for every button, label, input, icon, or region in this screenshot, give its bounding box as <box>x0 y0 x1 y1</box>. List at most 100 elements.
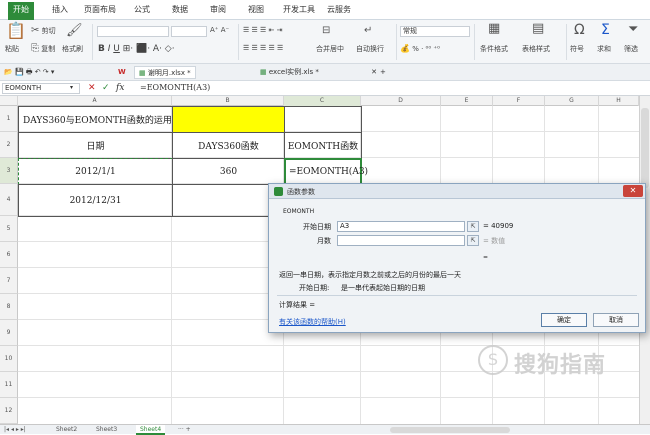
select-all-corner[interactable] <box>0 96 18 106</box>
font-name-select[interactable] <box>97 26 169 37</box>
file-tab-1[interactable]: ▦ 谢明月.xlsx * <box>134 66 196 79</box>
cond-format-icon[interactable]: ▦ <box>488 22 500 35</box>
row-header-7[interactable]: 7 <box>0 268 18 294</box>
copy-button[interactable]: ⎘ 复制 <box>31 44 55 54</box>
font-style-buttons[interactable]: B I U ⊞· ⬛· A· ◇· <box>98 44 175 54</box>
row-header-9[interactable]: 9 <box>0 320 18 346</box>
row-header-10[interactable]: 10 <box>0 346 18 372</box>
chevron-down-icon[interactable]: ▾ <box>70 84 73 91</box>
cancel-icon[interactable]: ✕ <box>88 83 96 93</box>
cancel-button[interactable]: 取消 <box>593 313 639 327</box>
file-tab-2[interactable]: ▦ excel实例.xls * ✕ <box>260 66 377 79</box>
calc-result: 计算结果 = <box>279 301 316 309</box>
row-header-5[interactable]: 5 <box>0 216 18 242</box>
cell-c3[interactable]: =EOMONTH(A3) <box>284 158 368 185</box>
new-tab-button[interactable]: + <box>380 66 386 79</box>
filter-icon[interactable]: ⏷ <box>628 23 638 37</box>
symbol-icon[interactable]: Ω <box>574 23 585 37</box>
cell-c2[interactable]: EOMONTH函数 <box>284 132 362 159</box>
arg1-result: = 40909 <box>483 222 514 230</box>
tab-formulas[interactable]: 公式 <box>134 4 150 15</box>
cell-c1[interactable] <box>284 106 362 133</box>
cell-a1[interactable]: DAYS360与EOMONTH函数的运用 <box>18 106 173 133</box>
col-header-h[interactable]: H <box>599 96 639 106</box>
cell-b1[interactable] <box>172 106 285 133</box>
wps-icon: W <box>118 68 126 76</box>
cell-a4[interactable]: 2012/12/31 <box>18 184 173 217</box>
start-date-input[interactable]: A3 <box>337 221 465 232</box>
arg2-label: 月数 <box>317 237 331 245</box>
tab-page-layout[interactable]: 页面布局 <box>84 4 116 15</box>
col-header-e[interactable]: E <box>441 96 493 106</box>
quick-access-icons[interactable]: 📂 💾 🖶 ↶ ↷ ▾ <box>4 66 54 79</box>
scrollbar-thumb[interactable] <box>641 108 649 188</box>
months-input[interactable] <box>337 235 465 246</box>
merge-center-button[interactable]: 合并居中 <box>316 44 344 54</box>
dialog-titlebar[interactable]: 函数参数 ✕ <box>269 184 645 199</box>
tab-developer[interactable]: 开发工具 <box>283 4 315 15</box>
align-horizontal-buttons[interactable]: ☰ ☰ ☰ ☰ ☰ <box>243 44 283 52</box>
tab-data[interactable]: 数据 <box>172 4 188 15</box>
confirm-icon[interactable]: ✓ <box>102 83 110 93</box>
paste-button[interactable]: 📋 <box>6 23 26 39</box>
col-header-d[interactable]: D <box>361 96 441 106</box>
ok-button[interactable]: 确定 <box>541 313 587 327</box>
cell-b2[interactable]: DAYS360函数 <box>172 132 285 159</box>
tab-insert[interactable]: 插入 <box>52 4 68 15</box>
col-header-a[interactable]: A <box>18 96 172 106</box>
tab-cloud[interactable]: 云服务 <box>327 4 351 15</box>
currency-percent-buttons[interactable]: 💰 % · ⁰⁰ ⁺⁰ <box>400 44 440 54</box>
row-header-1[interactable]: 1 <box>0 106 18 132</box>
row-header-12[interactable]: 12 <box>0 398 18 424</box>
wrap-icon[interactable]: ↵ <box>364 26 372 36</box>
table-style-icon[interactable]: ▤ <box>532 22 544 35</box>
format-painter-icon[interactable]: 🖌 <box>66 24 83 37</box>
range-select-icon[interactable]: ⇱ <box>467 235 479 246</box>
row-header-4[interactable]: 4 <box>0 184 18 216</box>
formula-input[interactable]: =EOMONTH(A3) <box>140 83 210 92</box>
row-header-2[interactable]: 2 <box>0 132 18 158</box>
scissors-icon: ✂ <box>31 25 40 36</box>
col-header-c[interactable]: C <box>284 96 361 106</box>
formula-bar: EOMONTH ▾ ✕ ✓ fx =EOMONTH(A3) <box>0 81 650 96</box>
auto-wrap-button[interactable]: 自动换行 <box>356 44 384 54</box>
font-size-controls[interactable]: A⁺ A⁻ <box>210 26 229 34</box>
row-header-8[interactable]: 8 <box>0 294 18 320</box>
name-box[interactable]: EOMONTH <box>2 83 80 94</box>
cell-a2[interactable]: 日期 <box>18 132 173 159</box>
help-link[interactable]: 有关该函数的帮助(H) <box>279 317 346 327</box>
tab-view[interactable]: 视图 <box>248 4 264 15</box>
cond-format-button[interactable]: 条件格式 <box>480 44 508 54</box>
close-icon[interactable]: ✕ <box>371 68 377 76</box>
font-size-select[interactable] <box>171 26 207 37</box>
fx-icon[interactable]: fx <box>116 83 124 93</box>
function-description: 返回一串日期，表示指定月数之前或之后的月份的最后一天 <box>279 271 461 279</box>
arg2-result: = 数值 <box>483 237 506 245</box>
tab-home[interactable]: 开始 <box>8 2 34 20</box>
col-header-f[interactable]: F <box>493 96 545 106</box>
close-icon[interactable]: ✕ <box>623 185 643 197</box>
sum-icon[interactable]: Σ <box>601 23 610 37</box>
align-top-buttons[interactable]: ☰ ☰ ☰ ⇤ ⇥ <box>243 26 282 34</box>
col-header-g[interactable]: G <box>545 96 599 106</box>
cut-button[interactable]: ✂ 剪切 <box>31 26 56 36</box>
row-header-11[interactable]: 11 <box>0 372 18 398</box>
function-name: EOMONTH <box>283 208 315 215</box>
range-select-icon[interactable]: ⇱ <box>467 221 479 232</box>
tab-review[interactable]: 审阅 <box>210 4 226 15</box>
horizontal-scrollbar[interactable] <box>390 427 510 433</box>
col-header-b[interactable]: B <box>172 96 284 106</box>
file-tab-bar: 📂 💾 🖶 ↶ ↷ ▾ W ▦ 谢明月.xlsx * ▦ excel实例.xls… <box>0 64 650 81</box>
cell-a3[interactable]: 2012/1/1 <box>18 158 173 185</box>
function-arguments-dialog: 函数参数 ✕ EOMONTH 开始日期 A3 ⇱ = 40909 月数 ⇱ = … <box>268 183 646 333</box>
row-header-3[interactable]: 3 <box>0 158 18 184</box>
sum-button[interactable]: 求和 <box>597 44 611 54</box>
row-header-6[interactable]: 6 <box>0 242 18 268</box>
merge-center-icon[interactable]: ⊟ <box>322 26 330 36</box>
table-style-button[interactable]: 表格样式 <box>522 44 550 54</box>
symbol-button[interactable]: 符号 <box>570 44 584 54</box>
file-tab-1-label: 谢明月.xlsx * <box>147 69 191 77</box>
cell-b3[interactable]: 360 <box>172 158 285 185</box>
number-format-select[interactable]: 常规 <box>400 26 470 37</box>
filter-button[interactable]: 筛选 <box>624 44 638 54</box>
